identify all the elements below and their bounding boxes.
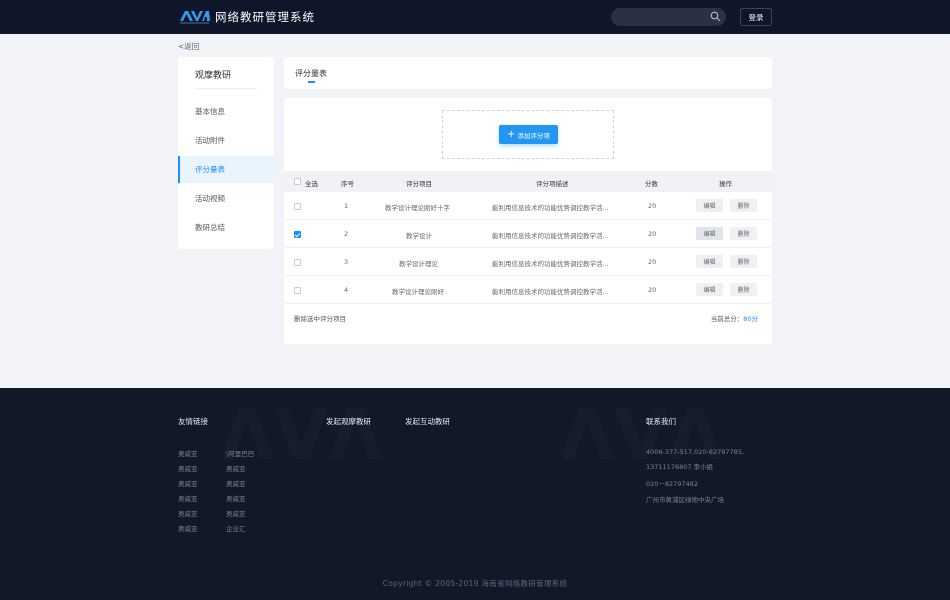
total-score: 当前总分：80分 [711, 313, 758, 323]
sidebar-item-videos[interactable]: 活动视频 [178, 185, 274, 212]
row-index: 3 [344, 258, 349, 266]
launch-interactive-link[interactable]: 发起互动教研 [405, 416, 450, 427]
row-checkbox[interactable] [294, 259, 301, 266]
brand-title: 网络教研管理系统 [215, 10, 315, 24]
header-score: 分数 [645, 180, 658, 188]
header-actions: 操作 [719, 180, 732, 188]
table-row: 1 教学设计理论刚好十字 能利用信息技术的功能优势调控教学活... 20 编辑 … [284, 192, 772, 220]
friend-link[interactable]: 奥威亚 [178, 448, 198, 458]
sidebar-title: 观摩教研 [195, 71, 232, 81]
row-checkbox[interactable] [294, 203, 301, 210]
delete-button[interactable]: 删除 [730, 283, 757, 296]
header-item: 评分项目 [406, 180, 432, 188]
total-score-label: 当前总分： [710, 315, 744, 323]
site-footer: ΛVΛ ΛVΛ 友情链接 奥威亚 奥威亚 奥威亚 奥威亚 奥威亚 奥威亚 \阿里… [0, 388, 950, 600]
friend-link[interactable]: 奥威亚 [178, 508, 198, 518]
total-score-value: 80分 [743, 315, 758, 323]
contact-fax: 020－82797482 [646, 480, 698, 488]
friend-link[interactable]: 奥威亚 [226, 463, 246, 473]
contact-phone: 4006-377-517,020-82797785, [646, 448, 745, 456]
row-item: 教学设计理论 [399, 260, 438, 268]
sidebar-item-basic-info[interactable]: 基本信息 [178, 98, 274, 125]
row-description: 能利用信息技术的功能优势调控教学活... [492, 204, 609, 212]
friend-link[interactable]: 奥威亚 [226, 493, 246, 503]
row-item: 教学设计理论刚好十字 [385, 204, 450, 212]
edit-button[interactable]: 编辑 [696, 255, 723, 268]
row-checkbox[interactable] [294, 231, 301, 238]
friend-link[interactable]: 奥威亚 [178, 523, 198, 533]
brand-logo[interactable] [179, 9, 210, 25]
row-score: 20 [648, 258, 657, 266]
edit-button[interactable]: 编辑 [696, 199, 723, 212]
sidebar-item-attachments[interactable]: 活动附件 [178, 127, 274, 154]
tab-rating-scale[interactable]: 评分量表 [295, 68, 327, 79]
friend-links-title: 友情链接 [178, 417, 208, 426]
table-row: 2 教学设计 能利用信息技术的功能优势调控教学活... 20 编辑 删除 [284, 220, 772, 248]
sidebar: 观摩教研 基本信息 活动附件 评分量表 活动视频 教研总结 [178, 57, 274, 249]
search-icon[interactable] [710, 11, 721, 22]
tab-active-indicator [308, 81, 315, 83]
friend-link[interactable]: 奥威亚 [178, 478, 198, 488]
plus-icon: + [507, 128, 516, 140]
delete-selected-link[interactable]: 删除选中评分项目 [294, 313, 346, 323]
sidebar-divider [195, 88, 257, 89]
tab-bar: 评分量表 [284, 57, 772, 89]
header-select-all: 全选 [305, 180, 318, 188]
delete-button[interactable]: 删除 [730, 227, 757, 240]
sidebar-item-rating-scale[interactable]: 评分量表 [178, 156, 274, 183]
row-score: 20 [648, 230, 657, 238]
header-index: 序号 [341, 180, 354, 188]
friend-link[interactable]: 奥威亚 [178, 463, 198, 473]
friend-link[interactable]: 企业汇 [226, 523, 246, 533]
contact-mobile: 13711176807 李小姐 [646, 463, 714, 471]
table-row: 3 教学设计理论 能利用信息技术的功能优势调控教学活... 20 编辑 删除 [284, 248, 772, 276]
row-score: 20 [648, 202, 657, 210]
row-checkbox[interactable] [294, 287, 301, 294]
table-header: 全选 序号 评分项目 评分项描述 分数 操作 [284, 171, 772, 192]
row-index: 2 [344, 230, 349, 238]
delete-button[interactable]: 删除 [730, 199, 757, 212]
add-item-dropzone: + 添加评分项 [442, 110, 614, 159]
friend-link[interactable]: 奥威亚 [226, 478, 246, 488]
row-description: 能利用信息技术的功能优势调控教学活... [492, 260, 609, 268]
friend-link[interactable]: 奥威亚 [226, 508, 246, 518]
edit-button[interactable]: 编辑 [696, 227, 723, 240]
add-button-label: 添加评分项 [517, 131, 550, 140]
row-item: 教学设计 [406, 232, 432, 240]
select-all-checkbox[interactable] [294, 178, 301, 185]
friend-link[interactable]: 奥威亚 [178, 493, 198, 503]
row-index: 1 [344, 202, 349, 210]
back-link[interactable]: <返回 [178, 41, 199, 52]
row-score: 20 [648, 286, 657, 294]
contact-address: 广州市黄浦区绿地中央广场 [646, 496, 724, 504]
add-rating-item-button[interactable]: + 添加评分项 [499, 125, 558, 144]
login-button[interactable]: 登录 [740, 8, 772, 26]
row-description: 能利用信息技术的功能优势调控教学活... [492, 288, 609, 296]
contact-title: 联系我们 [646, 417, 676, 426]
row-index: 4 [344, 286, 349, 294]
copyright: Copyright © 2005-2019 海南省网络教研管理系统 [382, 579, 568, 588]
search-input[interactable] [611, 8, 726, 26]
top-header: 网络教研管理系统 登录 [0, 0, 950, 34]
edit-button[interactable]: 编辑 [696, 283, 723, 296]
rating-scale-panel: + 添加评分项 全选 序号 评分项目 评分项描述 分数 操作 1 教学设计理论刚… [284, 98, 772, 344]
row-description: 能利用信息技术的功能优势调控教学活... [492, 232, 609, 240]
header-description: 评分项描述 [536, 180, 569, 188]
launch-observe-link[interactable]: 发起观摩教研 [326, 416, 371, 427]
friend-link[interactable]: \阿里巴巴 [226, 448, 254, 458]
row-item: 教学设计理论刚好 [392, 288, 444, 296]
delete-button[interactable]: 删除 [730, 255, 757, 268]
table-row: 4 教学设计理论刚好 能利用信息技术的功能优势调控教学活... 20 编辑 删除 [284, 276, 772, 304]
sidebar-item-summary[interactable]: 教研总结 [178, 214, 274, 241]
